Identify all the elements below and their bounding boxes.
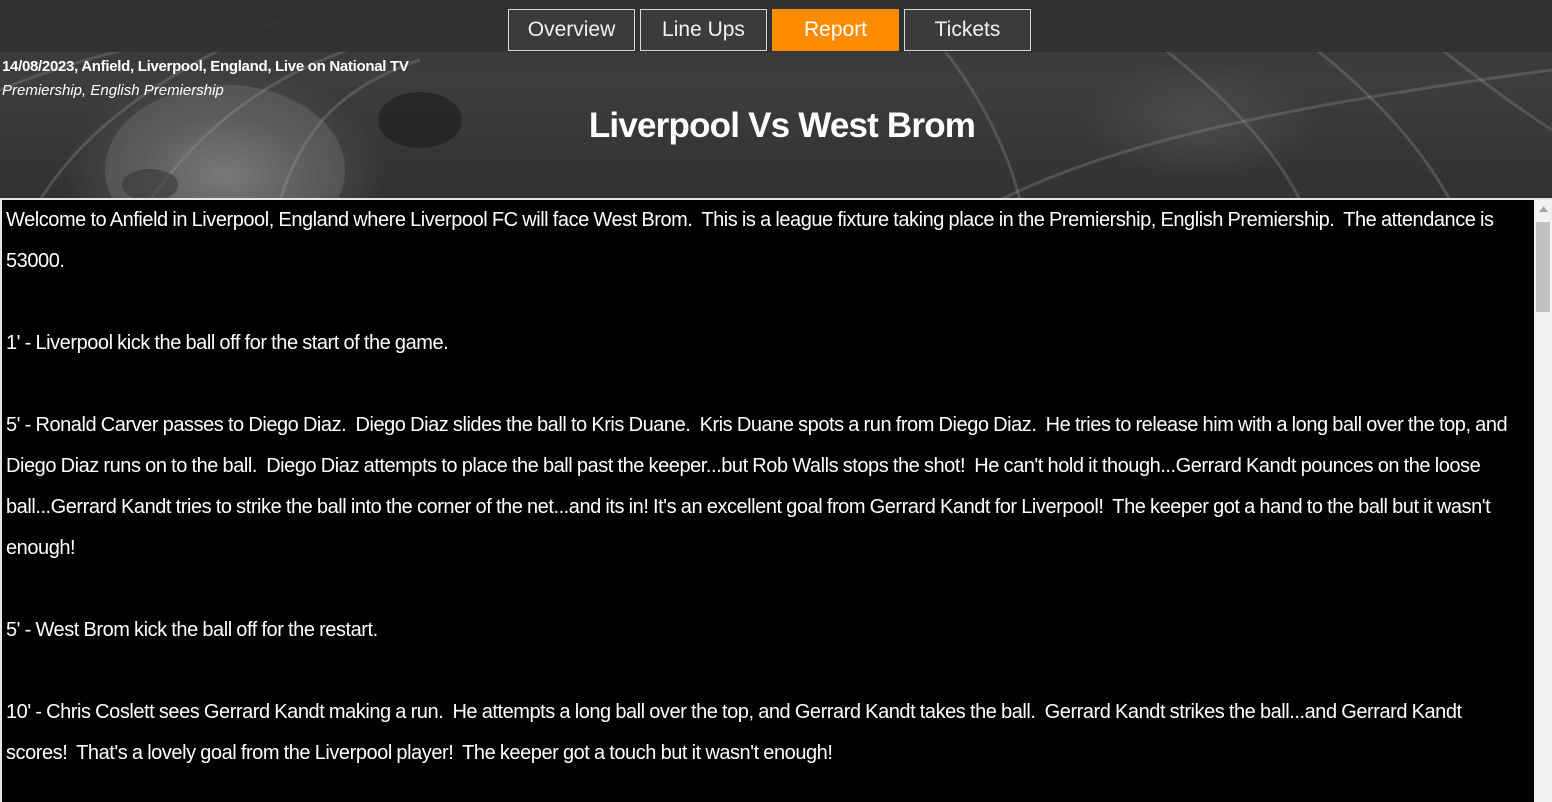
match-meta: 14/08/2023, Anfield, Liverpool, England,… xyxy=(2,55,409,103)
report-paragraph: 1' - Liverpool kick the ball off for the… xyxy=(6,332,449,354)
top-navigation-bar: Overview Line Ups Report Tickets xyxy=(0,0,1552,52)
match-competition: Premiership, English Premiership xyxy=(2,82,224,99)
tab-tickets[interactable]: Tickets xyxy=(904,9,1031,51)
tab-navigation: Overview Line Ups Report Tickets xyxy=(508,9,1031,51)
match-report-page: Overview Line Ups Report Tickets 14/08/2… xyxy=(0,0,1552,802)
report-paragraph: Welcome to Anfield in Liverpool, England… xyxy=(6,209,1499,272)
page-title: Liverpool Vs West Brom xyxy=(588,106,976,145)
tab-overview[interactable]: Overview xyxy=(508,9,635,51)
tab-report[interactable]: Report xyxy=(772,9,899,51)
scroll-up-arrow-icon[interactable] xyxy=(1534,200,1552,217)
tab-line-ups[interactable]: Line Ups xyxy=(640,9,767,51)
report-paragraph: 5' - Ronald Carver passes to Diego Diaz.… xyxy=(6,414,1512,559)
report-paragraph: 10' - Chris Coslett sees Gerrard Kandt m… xyxy=(6,701,1467,764)
report-text: Welcome to Anfield in Liverpool, England… xyxy=(6,200,1521,802)
match-report-panel[interactable]: Welcome to Anfield in Liverpool, England… xyxy=(0,198,1552,802)
report-scrollbar[interactable] xyxy=(1534,200,1552,802)
scrollbar-thumb[interactable] xyxy=(1536,222,1550,312)
match-details: 14/08/2023, Anfield, Liverpool, England,… xyxy=(2,58,409,75)
report-paragraph: 5' - West Brom kick the ball off for the… xyxy=(6,619,378,641)
